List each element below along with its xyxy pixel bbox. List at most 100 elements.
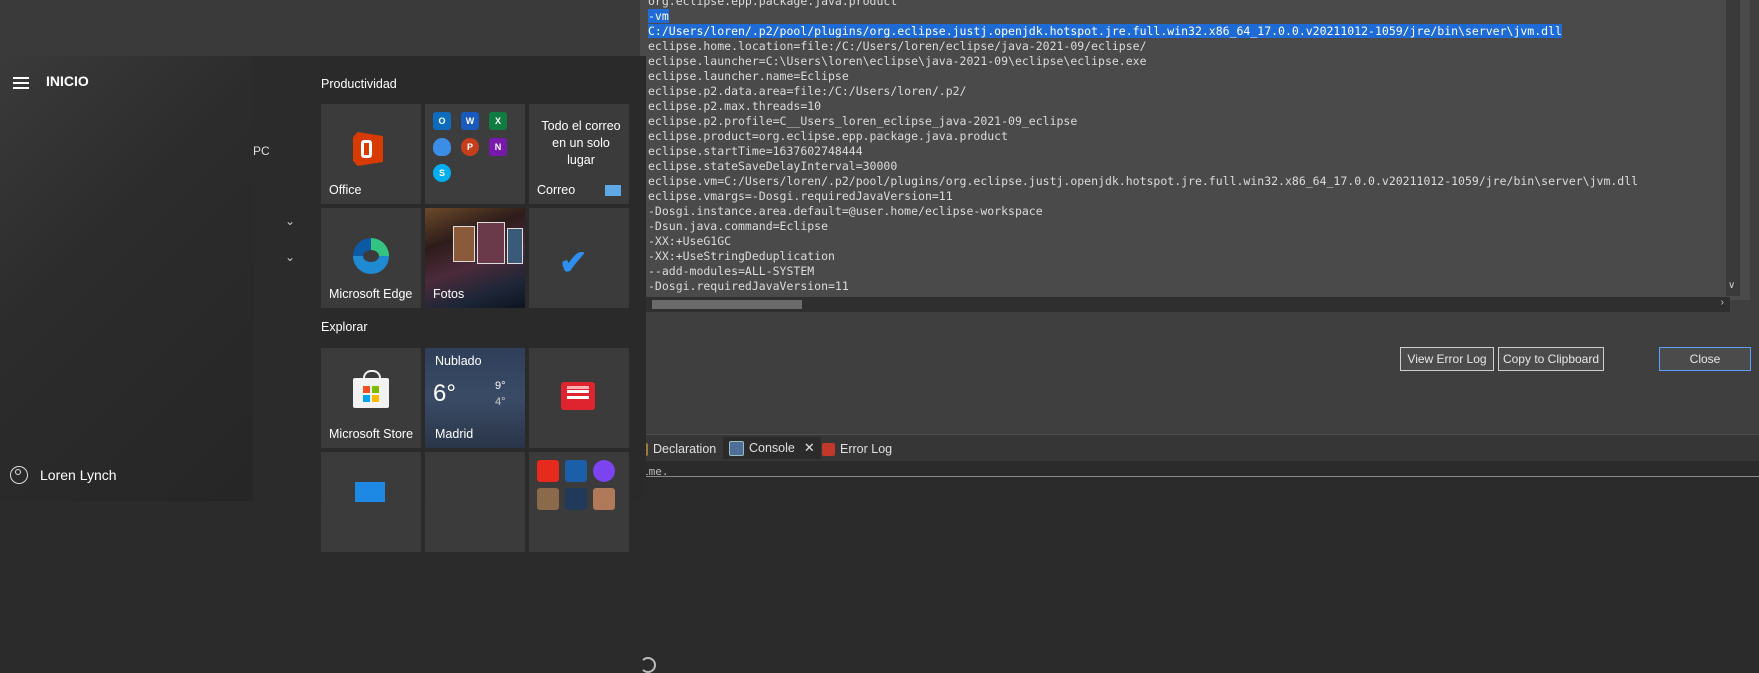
chevron-down-icon[interactable]: ⌄ xyxy=(285,214,295,228)
weather-high: 9° xyxy=(495,380,506,392)
config-line: eclipse.p2.data.area=file:/C:/Users/lore… xyxy=(648,84,967,98)
tile-news[interactable] xyxy=(529,348,629,448)
scroll-down-arrow-icon[interactable]: ∨ xyxy=(1728,280,1735,291)
weather-temperature: 6° xyxy=(433,380,456,407)
start-title: INICIO xyxy=(46,73,89,89)
horizontal-scroll-thumb[interactable] xyxy=(652,300,802,309)
console-output[interactable]: ime. xyxy=(640,461,1759,501)
chevron-down-icon[interactable]: ⌄ xyxy=(285,250,295,264)
config-line-selected: C:/Users/loren/.p2/pool/plugins/org.ecli… xyxy=(648,24,1562,38)
tile-label: Fotos xyxy=(433,287,465,301)
start-menu: INICIO Loren Lynch PC ⌄ ⌄ Productividad … xyxy=(0,56,646,552)
mail-icon xyxy=(605,185,621,196)
store-bag-icon xyxy=(353,370,389,408)
app-list-item-label[interactable]: PC xyxy=(253,144,270,158)
game-icon[interactable] xyxy=(537,488,559,510)
checkmark-icon: ✔ xyxy=(559,244,588,282)
config-line: eclipse.startTime=1637602748444 xyxy=(648,144,863,158)
tab-label: Declaration xyxy=(653,442,717,456)
mail-tagline: Todo el correo en un solo lugar xyxy=(541,119,621,167)
weather-city: Madrid xyxy=(435,427,474,441)
configuration-text[interactable]: org.eclipse.epp.package.java.product -vm… xyxy=(648,0,1728,294)
tile-office[interactable]: Office xyxy=(321,104,421,204)
games-grid xyxy=(537,460,615,510)
config-line: eclipse.p2.profile=C__Users_loren_eclips… xyxy=(648,114,1078,128)
edge-icon xyxy=(353,238,389,274)
config-line: eclipse.home.location=file:/C:/Users/lor… xyxy=(648,39,1147,53)
app-list xyxy=(253,56,320,501)
tab-console[interactable]: Console ✕ xyxy=(723,437,821,459)
tile-office-apps-folder[interactable]: O W X P N S xyxy=(425,104,525,204)
messenger-icon[interactable] xyxy=(593,460,615,482)
configuration-details-panel[interactable]: org.eclipse.epp.package.java.product -vm… xyxy=(640,0,1750,312)
roblox-icon[interactable] xyxy=(537,460,559,482)
config-line: eclipse.stateSaveDelayInterval=30000 xyxy=(648,159,898,173)
group-label-productividad[interactable]: Productividad xyxy=(321,77,397,91)
view-error-log-button[interactable]: View Error Log xyxy=(1400,347,1494,371)
onenote-icon[interactable]: N xyxy=(489,138,507,156)
weather-condition: Nublado xyxy=(435,354,482,368)
tile-games-folder[interactable] xyxy=(529,452,629,552)
tile-empty[interactable] xyxy=(425,452,525,552)
config-line: org.eclipse.epp.package.java.product xyxy=(648,0,898,8)
config-line: -Dosgi.requiredJavaVersion=11 xyxy=(648,279,849,293)
copy-to-clipboard-button[interactable]: Copy to Clipboard xyxy=(1498,347,1604,371)
help-icon[interactable] xyxy=(640,657,656,673)
horizontal-scrollbar[interactable]: › xyxy=(640,297,1730,312)
onedrive-icon[interactable] xyxy=(433,138,451,156)
start-nav-rail: INICIO Loren Lynch xyxy=(0,56,253,501)
dialog-button-bar: View Error Log Copy to Clipboard Close xyxy=(640,312,1759,673)
photo-thumbnail xyxy=(477,222,505,264)
scroll-right-arrow-icon[interactable]: › xyxy=(1721,297,1724,308)
weather-low: 4° xyxy=(495,396,506,408)
config-line: eclipse.vmargs=-Dosgi.requiredJavaVersio… xyxy=(648,189,953,203)
close-tab-icon[interactable]: ✕ xyxy=(804,440,815,456)
config-line: -XX:+UseStringDeduplication xyxy=(648,249,835,263)
outlook-icon[interactable]: O xyxy=(433,112,451,130)
photo-thumbnail xyxy=(507,228,523,264)
skype-icon[interactable]: S xyxy=(433,164,451,182)
vertical-scrollbar[interactable]: ∨ xyxy=(1726,0,1740,296)
user-icon xyxy=(10,466,28,484)
tile-label: Microsoft Store xyxy=(329,427,414,441)
tile-weather[interactable]: Nublado 6° 9° 4° Madrid xyxy=(425,348,525,448)
word-icon[interactable]: W xyxy=(461,112,479,130)
group-label-explorar[interactable]: Explorar xyxy=(321,320,368,334)
powerpoint-icon[interactable]: P xyxy=(461,138,479,156)
tab-error-log[interactable]: Error Log xyxy=(822,439,892,459)
game-icon[interactable] xyxy=(565,488,587,510)
office-icon xyxy=(353,132,383,166)
user-name: Loren Lynch xyxy=(40,467,117,483)
config-line: eclipse.launcher.name=Eclipse xyxy=(648,69,849,83)
tile-todo[interactable]: ✔ xyxy=(529,208,629,308)
config-line: --add-modules=ALL-SYSTEM xyxy=(648,264,815,278)
config-line: -Dsun.java.command=Eclipse xyxy=(648,219,829,233)
tile-label: Microsoft Edge xyxy=(329,287,413,301)
error-log-icon xyxy=(822,442,835,456)
config-line: eclipse.product=org.eclipse.epp.package.… xyxy=(648,129,1009,143)
config-line: eclipse.p2.max.threads=10 xyxy=(648,99,822,113)
game-icon[interactable] xyxy=(593,488,615,510)
hamburger-menu-icon[interactable] xyxy=(13,77,29,92)
excel-icon[interactable]: X xyxy=(489,112,507,130)
tile-mail[interactable]: Todo el correo en un solo lugar Correo xyxy=(529,104,629,204)
tab-declaration[interactable]: Declaration xyxy=(640,439,716,459)
office-apps-grid: O W X P N S xyxy=(433,112,509,182)
config-line: eclipse.vm=C:/Users/loren/.p2/pool/plugi… xyxy=(648,174,1639,188)
tile-label: Correo xyxy=(537,183,576,197)
config-line: -XX:+UseG1GC xyxy=(648,234,732,248)
close-button[interactable]: Close xyxy=(1659,347,1751,371)
tab-label: Error Log xyxy=(840,442,893,456)
config-line: -Dosgi.instance.area.default=@user.home/… xyxy=(648,204,1043,218)
app-icon xyxy=(355,482,385,502)
tile-microsoft-edge[interactable]: Microsoft Edge xyxy=(321,208,421,308)
news-icon xyxy=(561,382,595,410)
tile-label: Office xyxy=(329,183,362,197)
tile-microsoft-store[interactable]: Microsoft Store xyxy=(321,348,421,448)
tile-fotos[interactable]: Fotos xyxy=(425,208,525,308)
user-account[interactable]: Loren Lynch xyxy=(10,466,117,484)
tile-app[interactable] xyxy=(321,452,421,552)
view-tabs-bar: Declaration Console ✕ Error Log xyxy=(640,434,1759,461)
tab-label: Console xyxy=(749,441,795,455)
solitaire-icon[interactable] xyxy=(565,460,587,482)
